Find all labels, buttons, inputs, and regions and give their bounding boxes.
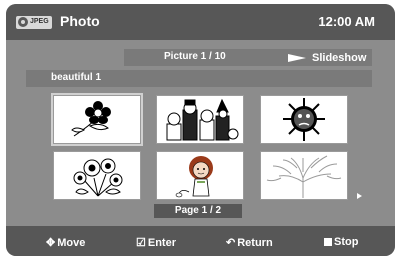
next-page-arrow-icon[interactable] [357,193,362,199]
flowers-bunch-image [73,158,123,197]
enter-hint: ☑ Enter [136,236,176,250]
enter-label: Enter [147,236,176,249]
thumbnail-2[interactable] [156,95,244,144]
move-label: Move [57,236,86,249]
info-bar: Picture 1 / 10 Slideshow [124,49,372,66]
group-cartoon-image [166,98,239,141]
flower-drawing-image [71,101,111,137]
slideshow-button[interactable]: Slideshow [288,49,366,66]
return-label: Return [237,236,273,249]
page-label: Page 1 / 2 [174,205,222,216]
page-title: Photo [60,13,100,29]
play-arrow-icon [288,53,306,62]
return-icon: ↶ [226,237,236,249]
girl-cartoon-image [175,156,213,198]
disc-type-label: JPEG [30,18,49,25]
jpeg-disc-icon: JPEG [16,16,52,29]
return-hint: ↶ Return [226,236,273,250]
thumbnail-3[interactable] [260,95,348,144]
photo-browser-screen: JPEG Photo 12:00 AM Picture 1 / 10 Slide… [6,4,395,256]
header-bar: JPEG Photo 12:00 AM [6,4,395,40]
thumbnail-1[interactable] [51,93,143,146]
clock: 12:00 AM [318,14,375,29]
page-indicator: Page 1 / 2 [154,204,242,218]
sun-face-image [283,98,325,141]
thumbnail-6[interactable] [260,151,348,200]
slideshow-label: Slideshow [312,51,367,64]
picture-counter: Picture 1 / 10 [164,51,226,62]
disc-icon [18,17,28,27]
stop-hint: Stop [324,236,358,248]
footer-bar: ✥ Move ☑ Enter ↶ Return Stop [6,226,395,256]
stop-label: Stop [334,236,359,248]
thumbnail-5[interactable] [156,151,244,200]
thumbnail-4[interactable] [53,151,141,200]
file-name: beautiful 1 [51,72,102,83]
enter-icon: ☑ [136,237,146,249]
move-hint: ✥ Move [46,236,86,250]
tree-drawing-image [266,155,342,198]
stop-icon [324,238,332,246]
filename-bar: beautiful 1 [26,70,372,87]
dpad-icon: ✥ [46,237,56,249]
